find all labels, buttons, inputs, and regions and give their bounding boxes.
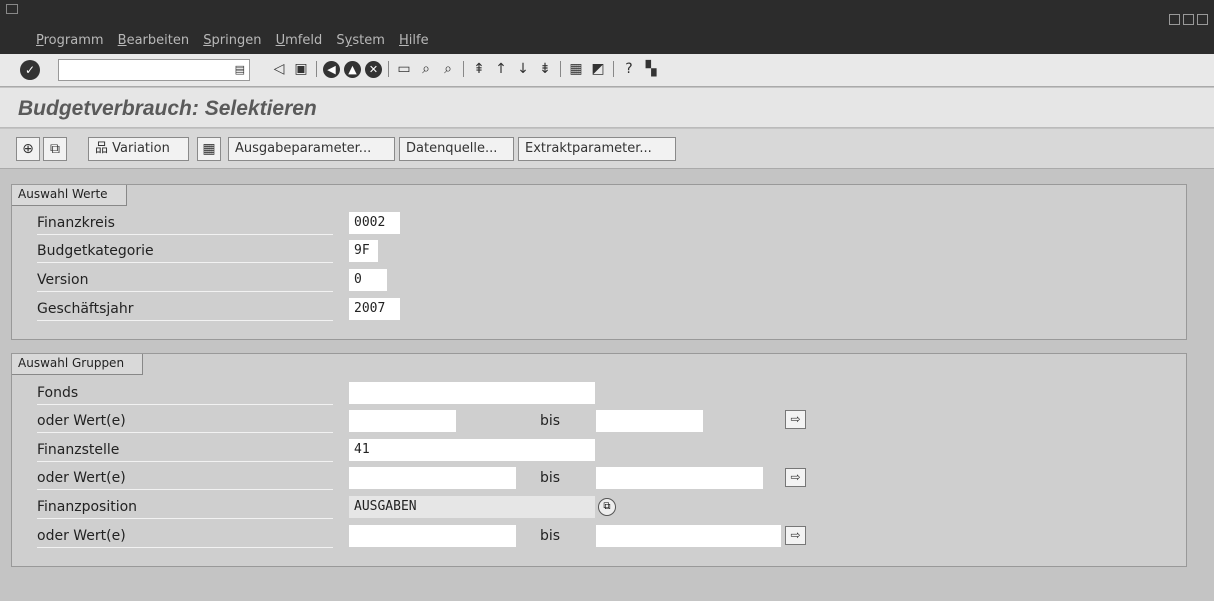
execute-icon[interactable]: ⊕ — [16, 137, 40, 161]
datenquelle-button[interactable]: Datenquelle... — [399, 137, 514, 161]
menu-items: Programm Bearbeiten Springen Umfeld Syst… — [36, 33, 439, 48]
get-variant-icon[interactable]: ⧉ — [43, 137, 67, 161]
application-toolbar: ⊕ ⧉ 品 Variation ▦ Ausgabeparameter... Da… — [0, 129, 1214, 169]
multiple-selection-icon[interactable]: ⇨ — [785, 526, 806, 545]
page-title: Budgetverbrauch: Selektieren — [18, 97, 317, 120]
menu-springen[interactable]: Springen — [203, 33, 261, 48]
finanzstelle-from-input[interactable] — [349, 467, 516, 489]
bis-label: bis — [540, 528, 561, 544]
menu-bearbeiten[interactable]: Bearbeiten — [118, 33, 189, 48]
label-oder-werte-fonds: oder Wert(e) — [37, 410, 333, 433]
hierarchy-icon: 品 — [95, 141, 109, 156]
first-page-icon[interactable]: ⇞ — [470, 60, 488, 78]
enter-icon[interactable]: ✓ — [20, 60, 40, 80]
label-geschaeftsjahr: Geschäftsjahr — [37, 298, 333, 321]
label-oder-werte-finanzstelle: oder Wert(e) — [37, 467, 333, 490]
finanzstelle-to-input[interactable] — [596, 467, 763, 489]
variation-label: Variation — [112, 141, 170, 156]
finanzposition-to-input[interactable] — [596, 525, 781, 547]
maximize-icon[interactable] — [1183, 14, 1194, 25]
fonds-to-input[interactable] — [596, 410, 703, 432]
label-budgetkategorie: Budgetkategorie — [37, 240, 333, 263]
label-oder-werte-finanzposition: oder Wert(e) — [37, 525, 333, 548]
save-icon[interactable]: ▣ — [292, 60, 310, 78]
system-toolbar: ✓ ▤ ◁ ▣ ◀ ▲ ✕ ▭ ⌕ ⌕ ⇞ ↑ ↓ ⇟ ▦ ◩ ? ▚ — [0, 54, 1214, 87]
group-auswahl-gruppen: Auswahl Gruppen Fonds oder Wert(e) bis ⇨… — [11, 353, 1187, 567]
label-fonds: Fonds — [37, 382, 333, 405]
fonds-from-input[interactable] — [349, 410, 456, 432]
group-auswahl-werte: Auswahl Werte Finanzkreis 0002 Budgetkat… — [11, 184, 1187, 340]
fonds-input[interactable] — [349, 382, 595, 404]
toolbar-separator — [560, 61, 561, 77]
cancel-icon[interactable]: ✕ — [365, 60, 382, 78]
minimize-icon[interactable] — [1169, 14, 1180, 25]
label-finanzposition: Finanzposition — [37, 496, 333, 519]
find-next-icon[interactable]: ⌕ — [439, 60, 457, 78]
close-window-icon[interactable] — [1197, 14, 1208, 25]
group-title: Auswahl Gruppen — [12, 354, 144, 375]
exit-icon[interactable]: ▲ — [344, 60, 361, 78]
print-icon[interactable]: ▭ — [395, 60, 413, 78]
selection-options-icon[interactable]: ▦ — [197, 137, 221, 161]
menu-programm[interactable]: Programm — [36, 33, 104, 48]
app-menu-icon[interactable] — [6, 4, 18, 14]
toolbar-separator — [463, 61, 464, 77]
menu-system[interactable]: System — [336, 33, 385, 48]
menu-bar: Programm Bearbeiten Springen Umfeld Syst… — [0, 0, 1214, 54]
budgetkategorie-input[interactable]: 9F — [349, 240, 378, 262]
finanzkreis-input[interactable]: 0002 — [349, 212, 400, 234]
bis-label: bis — [540, 413, 561, 429]
history-dropdown-icon[interactable]: ▤ — [235, 63, 245, 76]
toolbar-separator — [388, 61, 389, 77]
multiple-selection-icon[interactable]: ⇨ — [785, 468, 806, 487]
version-input[interactable]: 0 — [349, 269, 387, 291]
help-icon[interactable]: ? — [620, 60, 638, 78]
command-field[interactable]: ▤ — [58, 59, 250, 81]
value-help-icon[interactable]: ⧉ — [598, 498, 616, 516]
last-page-icon[interactable]: ⇟ — [536, 60, 554, 78]
shortcut-icon[interactable]: ◩ — [589, 60, 607, 78]
multiple-selection-icon[interactable]: ⇨ — [785, 410, 806, 429]
ausgabeparameter-button[interactable]: Ausgabeparameter... — [228, 137, 395, 161]
finanzposition-from-input[interactable] — [349, 525, 516, 547]
group-title: Auswahl Werte — [12, 185, 127, 206]
finanzposition-input[interactable]: AUSGABEN — [349, 496, 595, 518]
toolbar-separator — [613, 61, 614, 77]
menu-umfeld[interactable]: Umfeld — [276, 33, 323, 48]
toolbar-icons: ◁ ▣ ◀ ▲ ✕ ▭ ⌕ ⌕ ⇞ ↑ ↓ ⇟ ▦ ◩ ? ▚ — [270, 60, 664, 78]
bis-label: bis — [540, 470, 561, 486]
title-bar: Budgetverbrauch: Selektieren — [0, 88, 1214, 128]
geschaeftsjahr-input[interactable]: 2007 — [349, 298, 400, 320]
variation-button[interactable]: 品 Variation — [88, 137, 189, 161]
new-session-icon[interactable]: ▦ — [567, 60, 585, 78]
back-icon[interactable]: ◁ — [270, 60, 288, 78]
toolbar-separator — [316, 61, 317, 77]
next-page-icon[interactable]: ↓ — [514, 60, 532, 78]
finanzstelle-input[interactable]: 41 — [349, 439, 595, 461]
label-version: Version — [37, 269, 333, 292]
find-icon[interactable]: ⌕ — [417, 60, 435, 78]
nav-back-icon[interactable]: ◀ — [323, 60, 340, 78]
extraktparameter-button[interactable]: Extraktparameter... — [518, 137, 676, 161]
layout-icon[interactable]: ▚ — [642, 60, 660, 78]
menu-hilfe[interactable]: Hilfe — [399, 33, 429, 48]
prev-page-icon[interactable]: ↑ — [492, 60, 510, 78]
label-finanzstelle: Finanzstelle — [37, 439, 333, 462]
label-finanzkreis: Finanzkreis — [37, 212, 333, 235]
window-controls — [1166, 10, 1208, 29]
